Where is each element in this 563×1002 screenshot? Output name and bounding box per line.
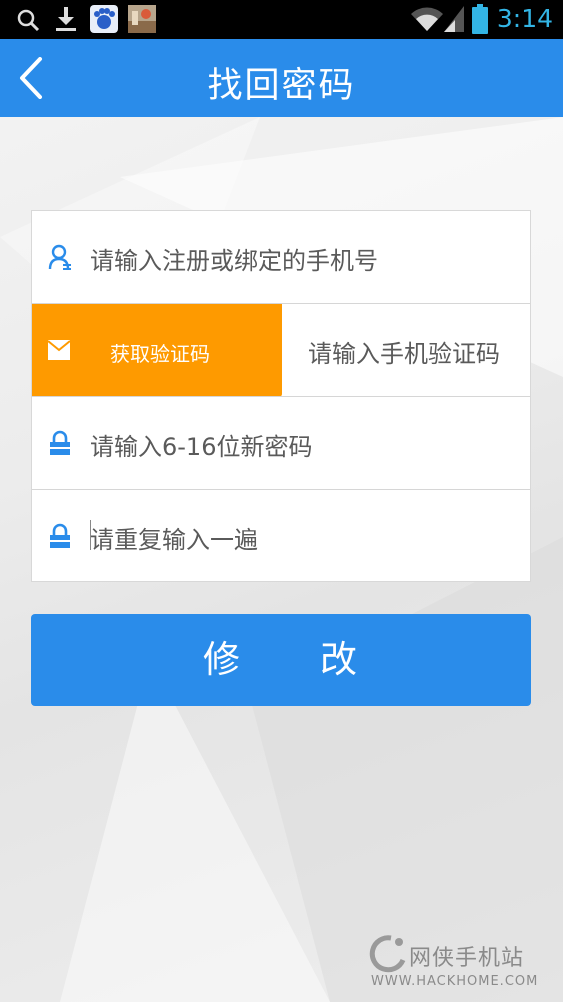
- baidu-app-icon: [90, 5, 118, 33]
- lock-icon: [50, 430, 70, 455]
- watermark-url: WWW.HACKHOME.COM: [371, 974, 539, 989]
- battery-icon: [472, 4, 488, 34]
- user-icon: [48, 244, 71, 270]
- get-code-label: 获取验证码: [110, 342, 210, 366]
- header-bar: 找回密码: [0, 39, 563, 117]
- signal-icon: [444, 6, 464, 32]
- search-icon: [17, 9, 40, 32]
- status-time: 3:14: [496, 4, 553, 33]
- new-password-row[interactable]: 请输入6-16位新密码: [32, 397, 530, 490]
- download-icon: [56, 7, 76, 31]
- sms-code-input[interactable]: 请输入手机验证码: [308, 334, 500, 369]
- watermark-logo-icon: [369, 935, 406, 973]
- submit-button[interactable]: 修 改: [31, 614, 531, 706]
- lock-icon: [50, 523, 70, 548]
- phone-row[interactable]: 请输入注册或绑定的手机号: [32, 211, 530, 304]
- new-password-input[interactable]: 请输入6-16位新密码: [90, 427, 312, 462]
- page-title: 找回密码: [207, 66, 356, 106]
- watermark: 网侠手机站 WWW.HACKHOME.COM: [363, 934, 553, 996]
- repeat-password-row[interactable]: 请重复输入一遍: [32, 490, 530, 583]
- watermark-name: 网侠手机站: [409, 946, 525, 971]
- photo-thumbnail-icon: [128, 5, 156, 33]
- get-code-button[interactable]: 获取验证码: [32, 304, 282, 397]
- code-row: 获取验证码 请输入手机验证码: [32, 304, 530, 397]
- wifi-icon: [411, 7, 443, 31]
- phone-input[interactable]: 请输入注册或绑定的手机号: [90, 241, 378, 276]
- repeat-password-input[interactable]: 请重复输入一遍: [90, 520, 258, 555]
- reset-password-form: 请输入注册或绑定的手机号 获取验证码 请输入手机验证码 请输入6-16位新密码 …: [31, 210, 531, 582]
- mail-icon: [48, 340, 70, 360]
- status-bar: 3:14: [0, 0, 563, 39]
